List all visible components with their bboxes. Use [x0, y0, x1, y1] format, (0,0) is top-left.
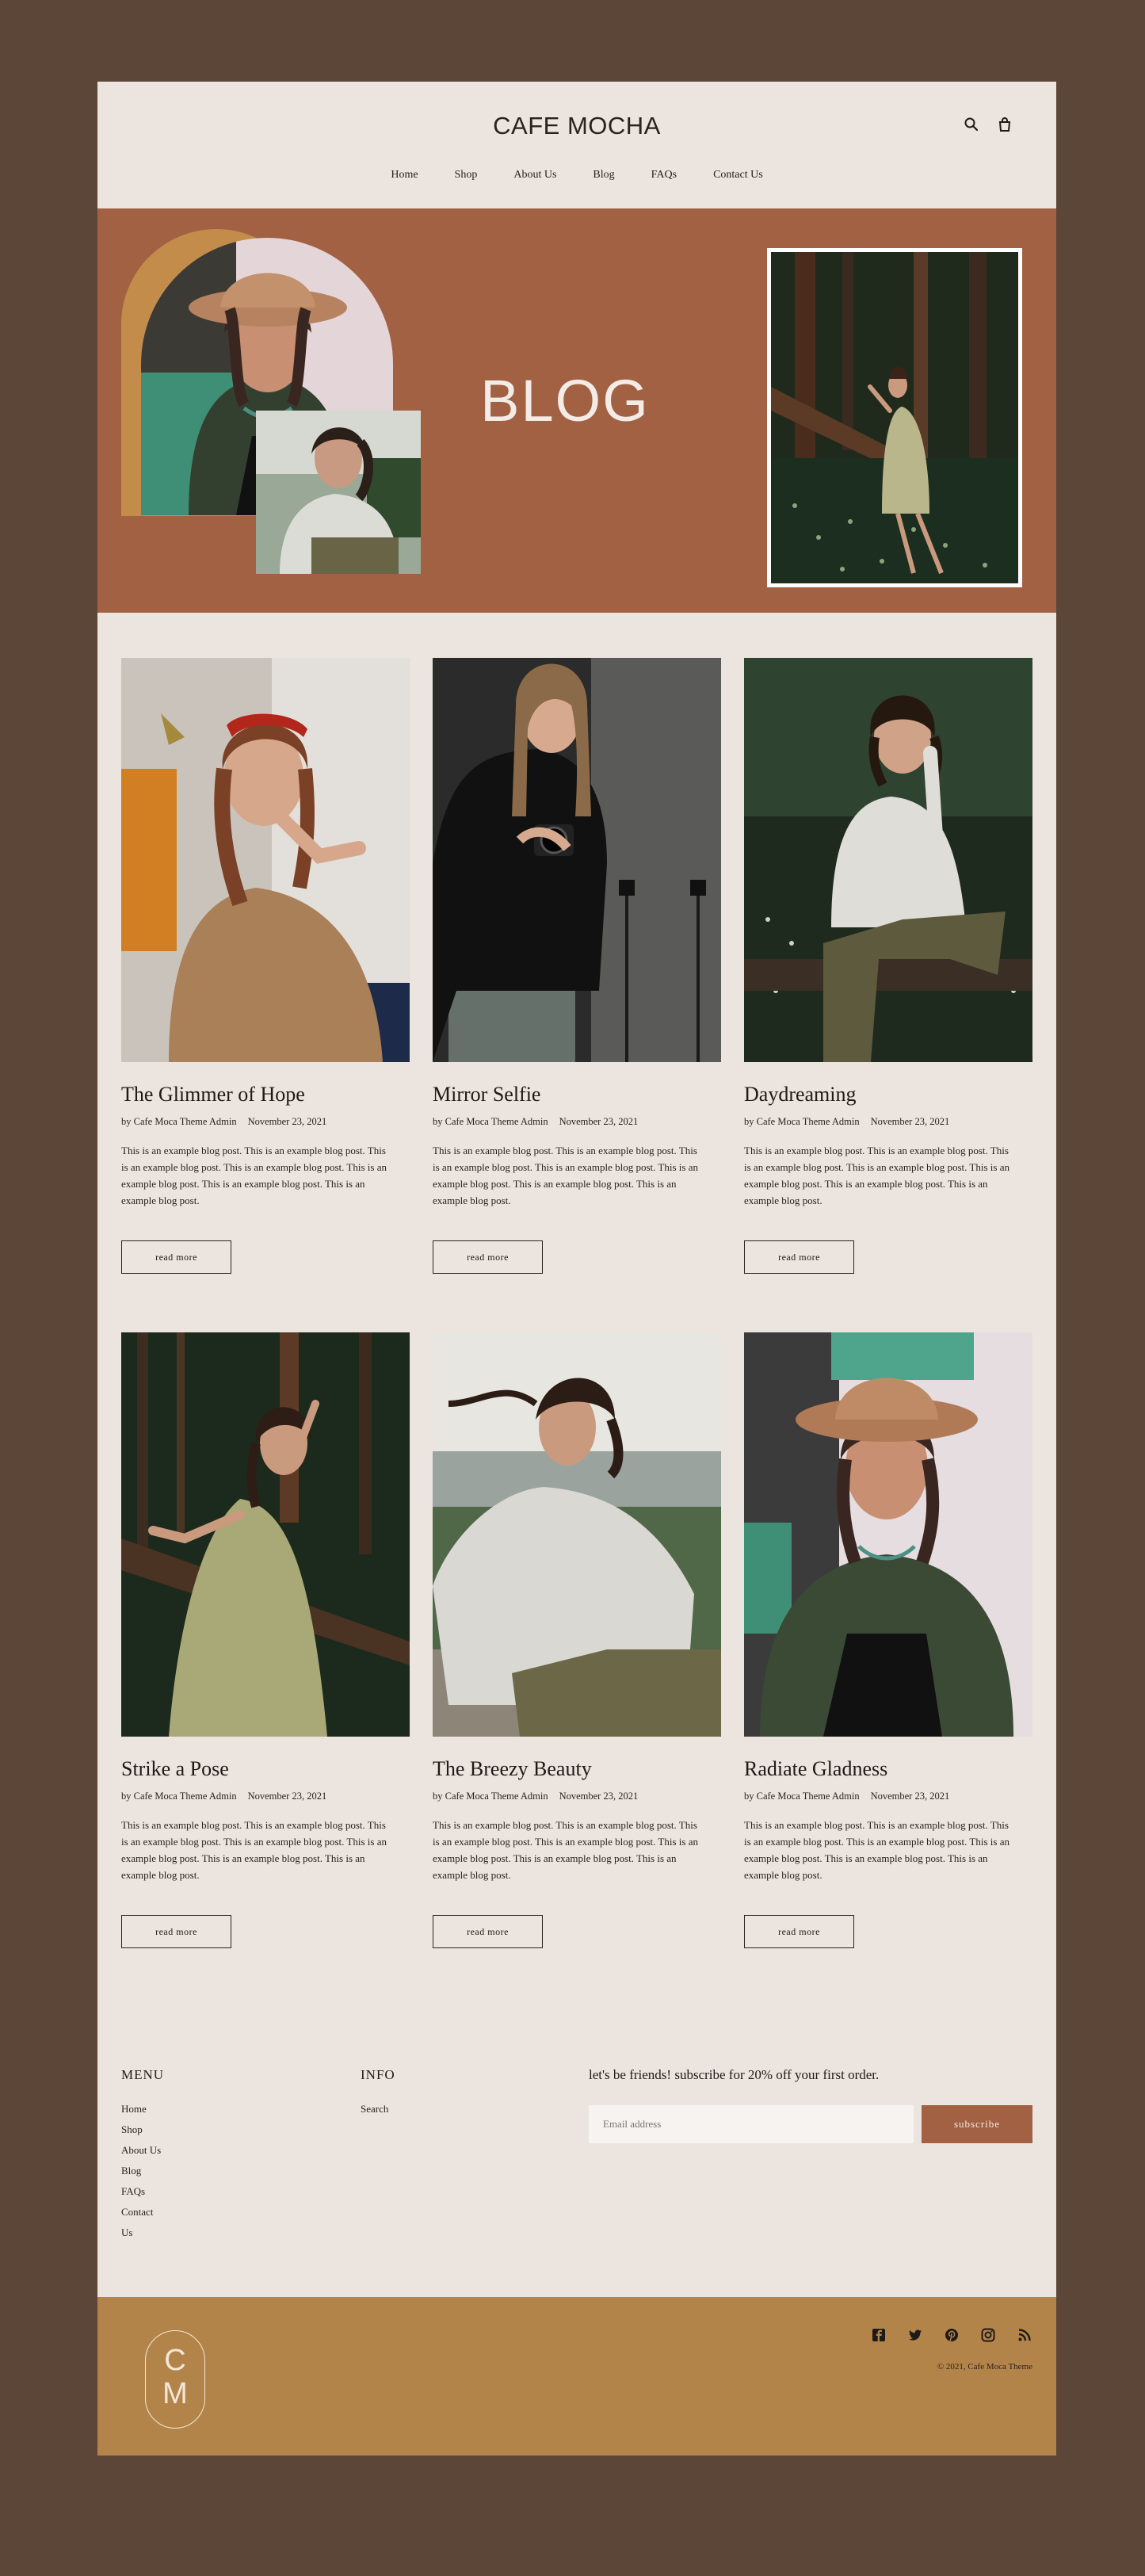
post-author: by Cafe Moca Theme Admin [744, 1791, 860, 1802]
newsletter-text: let's be friends! subscribe for 20% off … [589, 2067, 880, 2082]
blog-post-card: The Breezy Beauty by Cafe Moca Theme Adm… [433, 1332, 721, 1948]
footer-link-home[interactable]: Home [121, 2099, 164, 2119]
post-image[interactable] [744, 1332, 1032, 1737]
post-meta: by Cafe Moca Theme Admin November 23, 20… [121, 1116, 410, 1128]
twitter-icon[interactable] [907, 2327, 923, 2343]
post-meta: by Cafe Moca Theme Admin November 23, 20… [744, 1116, 1032, 1128]
rss-icon[interactable] [1017, 2327, 1032, 2343]
post-title[interactable]: Mirror Selfie [433, 1083, 721, 1106]
read-more-button[interactable]: read more [121, 1915, 231, 1948]
blog-post-card: Strike a Pose by Cafe Moca Theme Admin N… [121, 1332, 410, 1948]
footer-info-title: INFO [361, 2067, 395, 2082]
blog-post-grid: The Glimmer of Hope by Cafe Moca Theme A… [121, 658, 1034, 1948]
footer-menu-column: MENU Home Shop About Us Blog FAQs Contac… [121, 2067, 164, 2243]
newsletter-form: subscribe [589, 2105, 1032, 2143]
nav-about-us[interactable]: About Us [513, 169, 556, 182]
post-title[interactable]: The Breezy Beauty [433, 1757, 721, 1781]
post-date: November 23, 2021 [559, 1791, 639, 1802]
footer-menu-title: MENU [121, 2067, 165, 2082]
post-excerpt: This is an example blog post. This is an… [121, 1819, 387, 1881]
post-image[interactable] [433, 1332, 721, 1737]
post-image[interactable] [121, 658, 410, 1062]
post-date: November 23, 2021 [247, 1791, 327, 1802]
monogram-letter-m: M [162, 2377, 188, 2410]
footer-link-about-us[interactable]: About Us [121, 2140, 164, 2161]
footer-link-shop[interactable]: Shop [121, 2119, 164, 2140]
blog-post-card: Daydreaming by Cafe Moca Theme Admin Nov… [744, 658, 1032, 1274]
nav-blog[interactable]: Blog [593, 169, 614, 182]
post-image[interactable] [121, 1332, 410, 1737]
read-more-button[interactable]: read more [433, 1240, 543, 1274]
copyright-text: © 2021, Cafe Moca Theme [937, 2362, 1032, 2372]
post-excerpt: This is an example blog post. This is an… [744, 1819, 1010, 1881]
site-header: CAFE MOCHA Home Shop About Us Blog FAQs … [97, 82, 1056, 208]
post-meta: by Cafe Moca Theme Admin November 23, 20… [121, 1791, 410, 1802]
footer-info-column: INFO Search [361, 2067, 395, 2119]
site-logo[interactable]: CAFE MOCHA [97, 112, 1056, 140]
email-field[interactable] [589, 2105, 914, 2143]
cart-icon[interactable] [997, 117, 1013, 132]
read-more-button[interactable]: read more [744, 1915, 854, 1948]
footer-link-search[interactable]: Search [361, 2099, 395, 2119]
pinterest-icon[interactable] [944, 2327, 960, 2343]
post-date: November 23, 2021 [870, 1791, 950, 1802]
post-image[interactable] [433, 658, 721, 1062]
post-author: by Cafe Moca Theme Admin [121, 1791, 237, 1802]
post-excerpt: This is an example blog post. This is an… [433, 1819, 698, 1881]
post-title[interactable]: Strike a Pose [121, 1757, 410, 1781]
post-author: by Cafe Moca Theme Admin [121, 1116, 237, 1127]
post-title[interactable]: Daydreaming [744, 1083, 1032, 1106]
nav-contact-us[interactable]: Contact Us [713, 169, 763, 182]
footer-bottom-bar: C M © 2021, Cafe Moca Theme [97, 2297, 1056, 2456]
post-meta: by Cafe Moca Theme Admin November 23, 20… [433, 1116, 721, 1128]
search-icon[interactable] [964, 117, 979, 132]
nav-faqs[interactable]: FAQs [651, 169, 677, 182]
footer-link-contact-us[interactable]: Contact Us [121, 2202, 164, 2243]
page-container: CAFE MOCHA Home Shop About Us Blog FAQs … [97, 82, 1056, 2456]
hero-framed-photo [767, 248, 1022, 587]
footer-link-blog[interactable]: Blog [121, 2161, 164, 2181]
post-date: November 23, 2021 [559, 1116, 639, 1127]
post-title[interactable]: Radiate Gladness [744, 1757, 1032, 1781]
read-more-button[interactable]: read more [744, 1240, 854, 1274]
blog-post-card: Mirror Selfie by Cafe Moca Theme Admin N… [433, 658, 721, 1274]
nav-home[interactable]: Home [391, 169, 418, 182]
blog-hero: BLOG [97, 208, 1056, 613]
post-excerpt: This is an example blog post. This is an… [744, 1145, 1010, 1206]
post-author: by Cafe Moca Theme Admin [433, 1791, 548, 1802]
post-date: November 23, 2021 [247, 1116, 327, 1127]
post-excerpt: This is an example blog post. This is an… [433, 1145, 698, 1206]
monogram-letter-c: C [164, 2344, 186, 2377]
blog-post-card: The Glimmer of Hope by Cafe Moca Theme A… [121, 658, 410, 1274]
facebook-icon[interactable] [871, 2327, 887, 2343]
post-meta: by Cafe Moca Theme Admin November 23, 20… [744, 1791, 1032, 1802]
post-author: by Cafe Moca Theme Admin [433, 1116, 548, 1127]
nav-shop[interactable]: Shop [455, 169, 478, 182]
footer-link-faqs[interactable]: FAQs [121, 2181, 164, 2202]
post-excerpt: This is an example blog post. This is an… [121, 1145, 387, 1206]
post-title[interactable]: The Glimmer of Hope [121, 1083, 410, 1106]
hero-portrait-sweater [256, 411, 421, 574]
post-author: by Cafe Moca Theme Admin [744, 1116, 860, 1127]
social-links [871, 2327, 1032, 2343]
hero-title: BLOG [480, 368, 650, 434]
post-image[interactable] [744, 658, 1032, 1062]
instagram-icon[interactable] [980, 2327, 996, 2343]
blog-post-card: Radiate Gladness by Cafe Moca Theme Admi… [744, 1332, 1032, 1948]
main-nav: Home Shop About Us Blog FAQs Contact Us [97, 169, 1056, 182]
subscribe-button[interactable]: subscribe [922, 2105, 1032, 2143]
post-meta: by Cafe Moca Theme Admin November 23, 20… [433, 1791, 721, 1802]
newsletter-signup: let's be friends! subscribe for 20% off … [589, 2067, 1032, 2143]
read-more-button[interactable]: read more [433, 1915, 543, 1948]
post-date: November 23, 2021 [870, 1116, 950, 1127]
read-more-button[interactable]: read more [121, 1240, 231, 1274]
monogram-logo[interactable]: C M [145, 2330, 205, 2429]
header-icons [964, 117, 1013, 132]
